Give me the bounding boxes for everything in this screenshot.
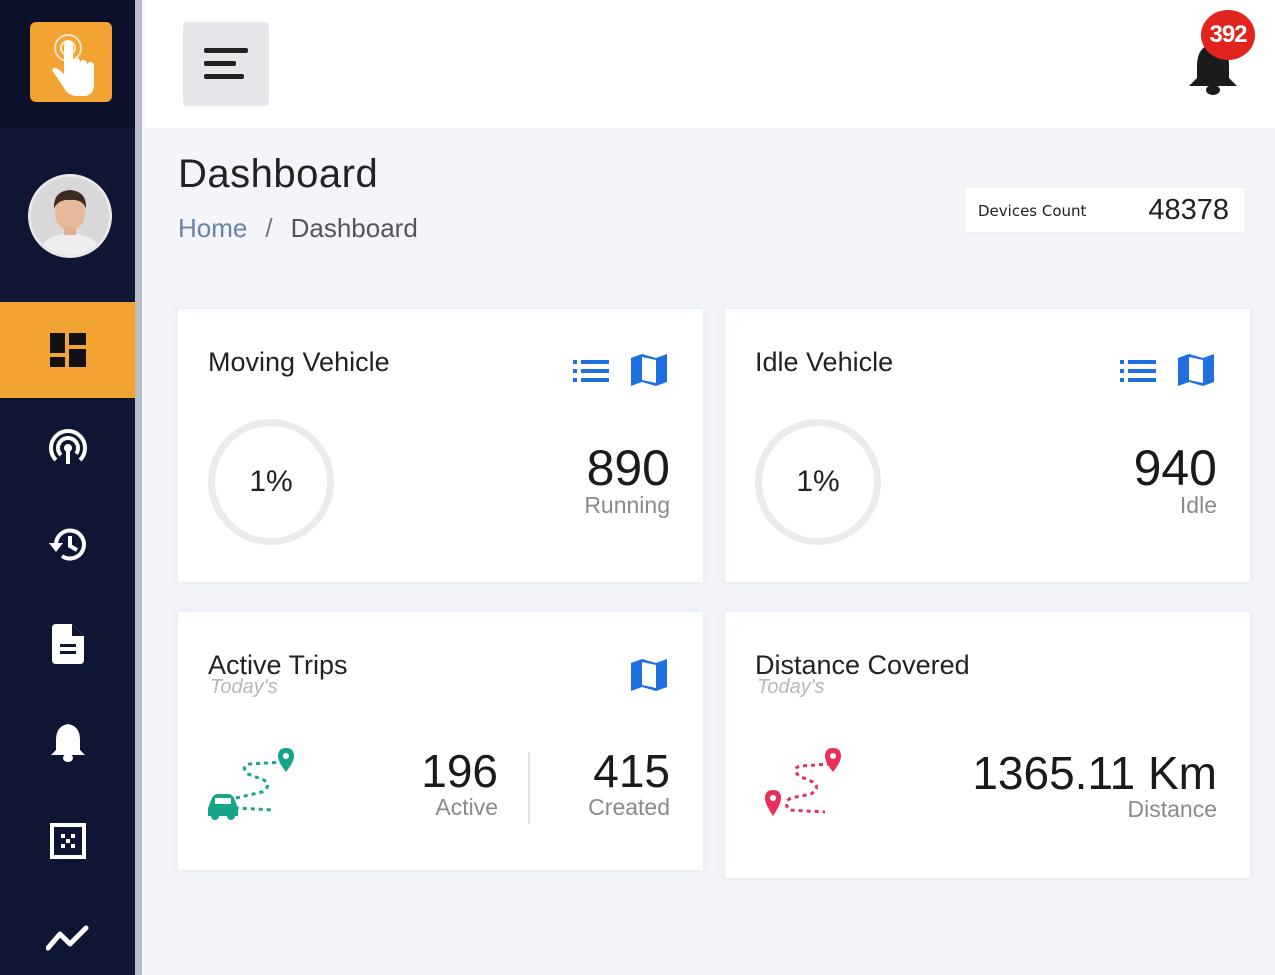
- running-count: 890: [586, 440, 670, 496]
- dashboard-icon: [49, 333, 86, 367]
- percent-ring: 1%: [755, 419, 881, 545]
- stat-divider: [528, 752, 530, 824]
- running-label: Running: [584, 492, 670, 518]
- route-car-icon: [208, 748, 294, 820]
- card-subtitle: Today's: [757, 676, 825, 698]
- breadcrumb-current: Dashboard: [290, 213, 418, 243]
- map-icon: [631, 354, 667, 386]
- notifications-button[interactable]: 392: [1185, 10, 1265, 100]
- sidebar-item-alerts[interactable]: [0, 694, 135, 790]
- logo-area: [0, 0, 135, 128]
- map-icon: [631, 659, 667, 691]
- list-icon: [573, 360, 609, 382]
- active-trips-card: Active Trips Today's 196 Active 415 Crea…: [178, 612, 703, 870]
- distance-value: 1365.11 Km: [972, 747, 1217, 799]
- sidebar-item-reports[interactable]: [0, 596, 135, 692]
- sidebar-edge: [135, 0, 142, 975]
- menu-icon: [204, 48, 248, 79]
- moving-vehicle-card: Moving Vehicle 1% 890 Running: [178, 309, 703, 582]
- notification-badge: 392: [1201, 10, 1255, 60]
- sidebar-item-grid[interactable]: [0, 793, 135, 889]
- distance-label: Distance: [1127, 796, 1217, 822]
- sidebar-item-live-tracking[interactable]: [0, 400, 135, 496]
- grid-icon: [49, 823, 86, 859]
- touch-hand-icon: [52, 34, 94, 96]
- app-logo[interactable]: [30, 22, 112, 102]
- active-trips-count: 196: [421, 745, 498, 797]
- percent-ring: 1%: [208, 419, 334, 545]
- created-trips-count: 415: [593, 745, 670, 797]
- breadcrumb-home-link[interactable]: Home: [178, 213, 247, 243]
- live-tracking-icon: [48, 429, 87, 467]
- list-view-button[interactable]: [1119, 357, 1157, 385]
- map-icon: [1178, 354, 1214, 386]
- devices-count-value: 48378: [1148, 194, 1229, 226]
- sidebar: [0, 0, 142, 975]
- user-avatar[interactable]: [28, 174, 112, 258]
- idle-vehicle-card: Idle Vehicle 1% 940 Idle: [725, 309, 1250, 582]
- devices-count-box: Devices Count 48378: [964, 187, 1246, 233]
- user-avatar-image: [31, 177, 109, 255]
- page-title: Dashboard: [178, 152, 379, 196]
- card-title: Idle Vehicle: [755, 347, 894, 377]
- report-icon: [51, 624, 84, 664]
- map-view-button[interactable]: [1177, 351, 1215, 389]
- sidebar-item-history[interactable]: [0, 497, 135, 593]
- route-pin-icon: [765, 748, 841, 816]
- idle-label: Idle: [1179, 492, 1217, 518]
- breadcrumb: Home / Dashboard: [178, 213, 418, 244]
- alerts-icon: [50, 724, 85, 762]
- devices-count-label: Devices Count: [978, 202, 1087, 220]
- card-subtitle: Today's: [210, 676, 278, 698]
- created-trips-label: Created: [588, 794, 670, 820]
- map-view-button[interactable]: [630, 351, 668, 389]
- card-title: Moving Vehicle: [208, 347, 390, 377]
- history-icon: [48, 528, 86, 561]
- list-icon: [1120, 360, 1156, 382]
- menu-toggle-button[interactable]: [183, 22, 269, 106]
- analytics-icon: [45, 925, 88, 951]
- active-trips-label: Active: [435, 794, 498, 820]
- breadcrumb-separator: /: [265, 213, 273, 243]
- sidebar-item-dashboard[interactable]: [0, 302, 135, 398]
- map-view-button[interactable]: [630, 656, 668, 694]
- sidebar-item-analytics[interactable]: [0, 890, 135, 975]
- idle-count: 940: [1133, 440, 1217, 496]
- topbar: 392: [145, 0, 1275, 128]
- distance-covered-card: Distance Covered Today's 1365.11 Km Dist…: [725, 612, 1250, 878]
- list-view-button[interactable]: [572, 357, 610, 385]
